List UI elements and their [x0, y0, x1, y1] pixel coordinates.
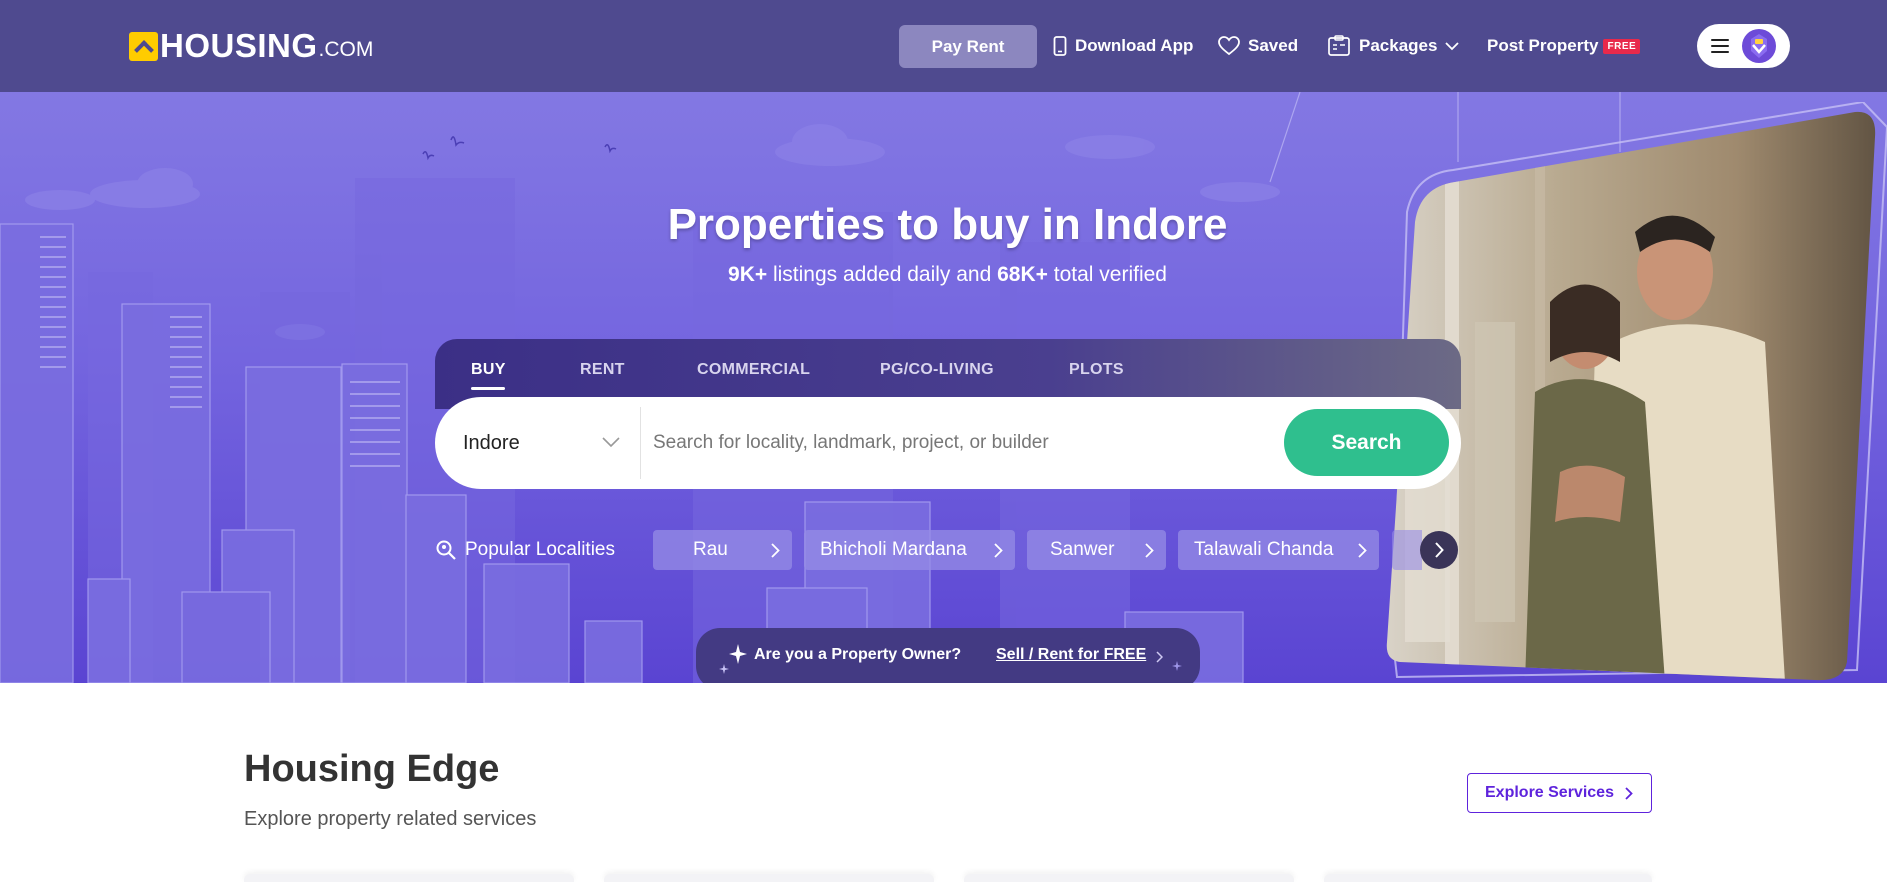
- heart-icon: [1218, 36, 1240, 56]
- packages-label: Packages: [1359, 36, 1438, 55]
- service-card[interactable]: [244, 874, 574, 882]
- saved-link[interactable]: Saved: [1218, 28, 1298, 64]
- clipboard-icon: [1327, 35, 1351, 57]
- sparkle-icon: [718, 642, 748, 679]
- subtitle-end-text: total verified: [1047, 263, 1167, 286]
- tab-pg-co-living[interactable]: PG/CO-LIVING: [880, 361, 994, 379]
- logo-suffix: .COM: [318, 38, 374, 61]
- logo-icon: [129, 31, 158, 61]
- chevron-right-icon: [994, 542, 1003, 564]
- locality-chip[interactable]: Rau: [653, 530, 792, 570]
- service-card[interactable]: [964, 874, 1294, 882]
- popular-localities: Popular Localities: [435, 530, 615, 570]
- phone-icon: [1053, 36, 1067, 56]
- location-search-icon: [435, 539, 457, 561]
- locality-chip[interactable]: Talawali Chanda: [1178, 530, 1379, 570]
- download-app-label: Download App: [1075, 36, 1194, 55]
- service-card[interactable]: [604, 874, 934, 882]
- listings-count: 9K+: [728, 263, 768, 286]
- packages-dropdown[interactable]: Packages: [1327, 28, 1460, 64]
- sell-rent-free-link[interactable]: Sell / Rent for FREE: [996, 646, 1146, 664]
- property-owner-banner[interactable]: Are you a Property Owner? Sell / Rent fo…: [696, 628, 1200, 683]
- owner-question: Are you a Property Owner?: [754, 646, 962, 663]
- popular-localities-label: Popular Localities: [465, 539, 615, 560]
- search-card: BUY RENT COMMERCIAL PG/CO-LIVING PLOTS I…: [435, 339, 1461, 492]
- housing-edge-title: Housing Edge: [244, 748, 500, 790]
- chevron-right-icon: [1358, 542, 1367, 564]
- city-dropdown[interactable]: Indore: [463, 397, 520, 489]
- locality-chip-label: Bhicholi Mardana: [820, 539, 967, 560]
- post-property-label: Post Property: [1487, 36, 1599, 55]
- locality-chip[interactable]: Sanwer: [1027, 530, 1166, 570]
- saved-label: Saved: [1248, 36, 1299, 55]
- tab-plots[interactable]: PLOTS: [1069, 361, 1124, 379]
- search-bar: Indore Search: [435, 397, 1461, 489]
- pay-rent-button[interactable]: Pay Rent: [899, 25, 1037, 68]
- verified-count: 68K+: [997, 263, 1048, 286]
- chevron-right-icon: [1625, 787, 1633, 805]
- subtitle-mid-text: listings added daily and: [767, 263, 998, 286]
- localities-next-button[interactable]: [1420, 531, 1458, 569]
- housing-logo[interactable]: HOUSING .COM: [129, 27, 374, 64]
- chevron-down-icon[interactable]: [602, 435, 620, 453]
- top-header: HOUSING .COM Pay Rent Download App Saved…: [0, 0, 1887, 92]
- chevron-right-icon: [1156, 650, 1164, 668]
- logo-text: HOUSING: [160, 27, 318, 64]
- locality-chip-label: Talawali Chanda: [1194, 539, 1334, 560]
- search-button[interactable]: Search: [1284, 409, 1449, 476]
- explore-services-button[interactable]: Explore Services: [1467, 773, 1652, 813]
- locality-chip-label: Sanwer: [1050, 539, 1115, 560]
- search-divider: [640, 407, 641, 479]
- locality-chip-partial: [1392, 530, 1422, 570]
- tab-buy[interactable]: BUY: [471, 361, 506, 379]
- sparkle-icon: [1172, 658, 1182, 676]
- post-property-link[interactable]: Post Property FREE: [1487, 28, 1641, 64]
- chevron-right-icon: [771, 542, 780, 564]
- housing-edge-subtitle: Explore property related services: [244, 808, 537, 830]
- account-menu-button[interactable]: [1697, 24, 1790, 68]
- chevron-right-icon: [1435, 542, 1444, 558]
- explore-services-label: Explore Services: [1485, 784, 1614, 801]
- active-tab-underline: [471, 387, 505, 390]
- chevron-down-icon: [1445, 41, 1460, 51]
- chevron-right-icon: [1145, 542, 1154, 564]
- locality-chip[interactable]: Bhicholi Mardana: [804, 530, 1015, 570]
- locality-chip-label: Rau: [693, 539, 728, 560]
- free-badge: FREE: [1603, 38, 1641, 54]
- tab-rent[interactable]: RENT: [580, 361, 625, 379]
- avatar: [1742, 29, 1776, 63]
- hero-section: Properties to buy in Indore 9K+ listings…: [0, 92, 1887, 683]
- hamburger-icon: [1711, 39, 1729, 53]
- tab-commercial[interactable]: COMMERCIAL: [697, 361, 810, 379]
- download-app-link[interactable]: Download App: [1053, 28, 1193, 64]
- city-value: Indore: [463, 431, 520, 454]
- service-card[interactable]: [1324, 874, 1652, 882]
- search-input[interactable]: [653, 417, 1273, 469]
